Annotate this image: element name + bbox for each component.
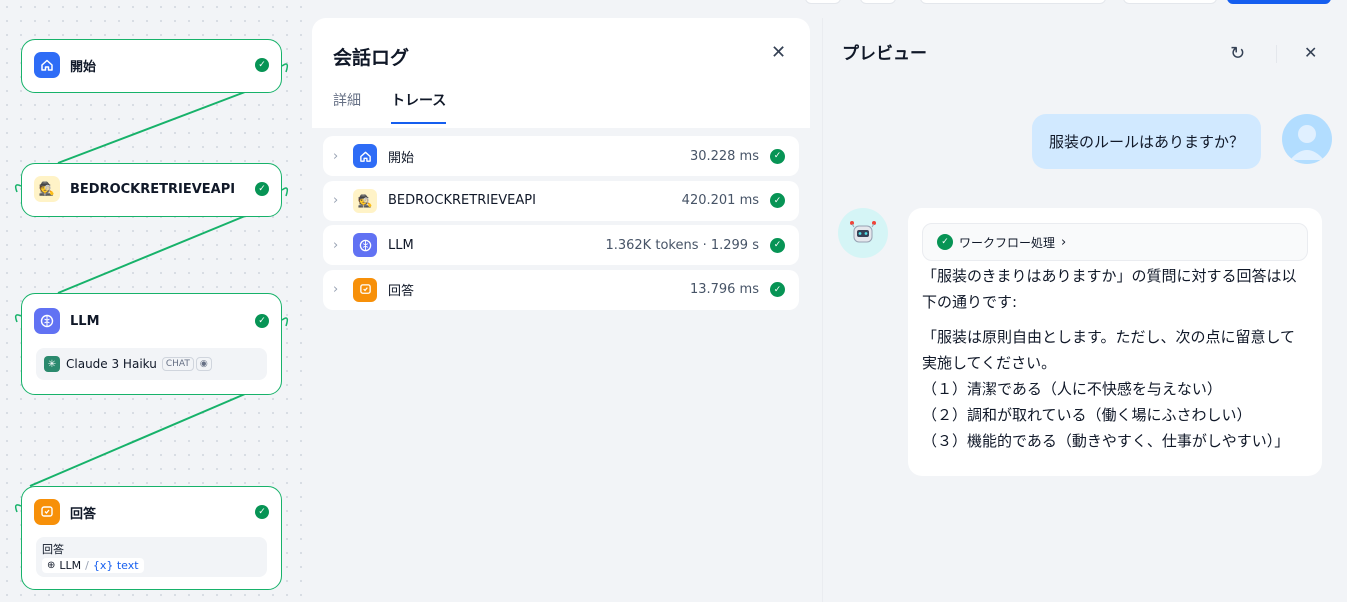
panel-title: 会話ログ [333, 47, 410, 69]
bot-avatar [838, 208, 888, 258]
brain-icon [353, 233, 377, 257]
node-title: LLM [70, 313, 100, 329]
model-selector[interactable]: ✳ Claude 3 Haiku CHAT ◉ [36, 348, 267, 380]
node-llm[interactable]: LLM ✓ ✳ Claude 3 Haiku CHAT ◉ [21, 293, 282, 395]
success-check-icon: ✓ [770, 193, 785, 208]
answer-line: 実施してください。 [922, 354, 1057, 372]
node-title: BEDROCKRETRIEVEAPI [70, 181, 236, 197]
tab-trace[interactable]: トレース [391, 90, 447, 124]
log-tabs: 詳細 トレース [333, 90, 447, 124]
preview-panel: プレビュー ↻ ✕ 服装のルールはありますか？ ✓ ワークフロー処理 › 「服装… [822, 18, 1347, 602]
node-answer[interactable]: 回答 ✓ 回答 ⊕ LLM / {x} text [21, 486, 282, 590]
divider [1276, 45, 1277, 63]
trace-list: › 開始 30.228 ms ✓ › 🕵 BEDROCKRETRIEVEAPI … [323, 136, 799, 314]
brain-icon [34, 308, 60, 334]
trace-duration: 13.796 ms [689, 282, 759, 297]
answer-line: 「服装のきまりはありますか」の質問に対する回答は以 [922, 267, 1297, 285]
node-start[interactable]: 開始 ✓ [21, 39, 282, 93]
chevron-right-icon: › [333, 237, 339, 253]
user-avatar [1282, 114, 1332, 164]
answer-text: 「服装のきまりはありますか」の質問に対する回答は以 下の通りです: 「服装は原則… [922, 263, 1308, 454]
success-check-icon: ✓ [255, 505, 269, 519]
chat-badge: CHAT [161, 357, 194, 371]
trace-row-start[interactable]: › 開始 30.228 ms ✓ [323, 136, 799, 176]
detective-icon: 🕵 [353, 188, 377, 213]
close-icon[interactable]: ✕ [1304, 43, 1317, 62]
publish-button[interactable] [1227, 0, 1331, 4]
workflow-process-toggle[interactable]: ✓ ワークフロー処理 › [922, 223, 1308, 261]
separator: / [85, 559, 89, 572]
chevron-right-icon: › [333, 148, 339, 164]
detective-icon: 🕵 [34, 176, 60, 202]
bot-message: ✓ ワークフロー処理 › 「服装のきまりはありますか」の質問に対する回答は以 下… [908, 208, 1322, 476]
chevron-right-icon: › [333, 193, 339, 208]
success-check-icon: ✓ [255, 314, 269, 328]
trace-name: LLM [388, 237, 414, 253]
trace-duration: 420.201 ms [681, 193, 759, 208]
answer-icon [34, 499, 60, 525]
success-check-icon: ✓ [770, 148, 785, 164]
eye-icon: ◉ [195, 357, 212, 371]
reset-icon[interactable]: ↻ [1230, 43, 1245, 64]
home-icon [34, 52, 60, 78]
node-title: 回答 [70, 506, 97, 522]
home-icon [353, 144, 377, 168]
answer-line: （１）清潔である（人に不快感を与えない） [922, 380, 1222, 398]
answer-line: 下の通りです: [922, 293, 1018, 311]
success-check-icon: ✓ [255, 58, 269, 72]
conversation-log-panel: 会話ログ ✕ 詳細 トレース › 開始 30.228 ms ✓ › 🕵 BEDR… [312, 18, 810, 602]
answer-line: （２）調和が取れている（働く場にふさわしい） [922, 406, 1252, 424]
success-check-icon: ✓ [255, 182, 269, 196]
variable-reference[interactable]: ⊕ LLM / {x} text [42, 558, 144, 573]
preview-title: プレビュー [842, 44, 927, 64]
success-check-icon: ✓ [770, 237, 785, 253]
chevron-right-icon: › [1061, 234, 1067, 250]
trace-name: 開始 [388, 150, 415, 166]
answer-box-label: 回答 [42, 543, 64, 556]
toolbar-button[interactable] [920, 0, 1106, 4]
toolbar-button[interactable] [805, 0, 841, 4]
toolbar-button[interactable] [860, 0, 896, 4]
success-check-icon: ✓ [770, 282, 785, 297]
trace-row-bedrockretrieveapi[interactable]: › 🕵 BEDROCKRETRIEVEAPI 420.201 ms ✓ [323, 180, 799, 221]
node-title: 開始 [70, 59, 97, 75]
node-bedrockretrieveapi[interactable]: 🕵 BEDROCKRETRIEVEAPI ✓ [21, 163, 282, 217]
trace-row-llm[interactable]: › LLM 1.362K tokens · 1.299 s ✓ [323, 225, 799, 265]
source-node: LLM [59, 559, 82, 572]
trace-duration: 30.228 ms [689, 148, 759, 164]
answer-icon [353, 277, 377, 302]
trace-tokens: 1.362K tokens · 1.299 s [605, 237, 759, 253]
toolbar-button[interactable] [1123, 0, 1217, 4]
answer-line: （３）機能的である（動きやすく、仕事がしやすい）」 [922, 432, 1290, 450]
success-check-icon: ✓ [937, 234, 953, 250]
variable-name: {x} text [92, 559, 139, 572]
tab-details[interactable]: 詳細 [333, 90, 361, 124]
model-name: Claude 3 Haiku [66, 357, 157, 371]
trace-row-answer[interactable]: › 回答 13.796 ms ✓ [323, 269, 799, 310]
claude-model-icon: ✳ [44, 356, 60, 372]
chevron-right-icon: › [333, 282, 339, 297]
answer-variable-box: 回答 ⊕ LLM / {x} text [36, 537, 267, 577]
workflow-label: ワークフロー処理 [959, 235, 1056, 250]
trace-name: 回答 [388, 284, 415, 299]
close-icon[interactable]: ✕ [771, 42, 786, 63]
answer-line: 「服装は原則自由とします。ただし、次の点に留意して [922, 328, 1296, 346]
user-message: 服装のルールはありますか？ [1032, 114, 1261, 169]
brain-icon: ⊕ [47, 560, 56, 571]
trace-name: BEDROCKRETRIEVEAPI [388, 193, 536, 208]
workflow-canvas[interactable]: 開始 ✓ 🕵 BEDROCKRETRIEVEAPI ✓ LLM ✓ ✳ Clau… [0, 0, 312, 602]
